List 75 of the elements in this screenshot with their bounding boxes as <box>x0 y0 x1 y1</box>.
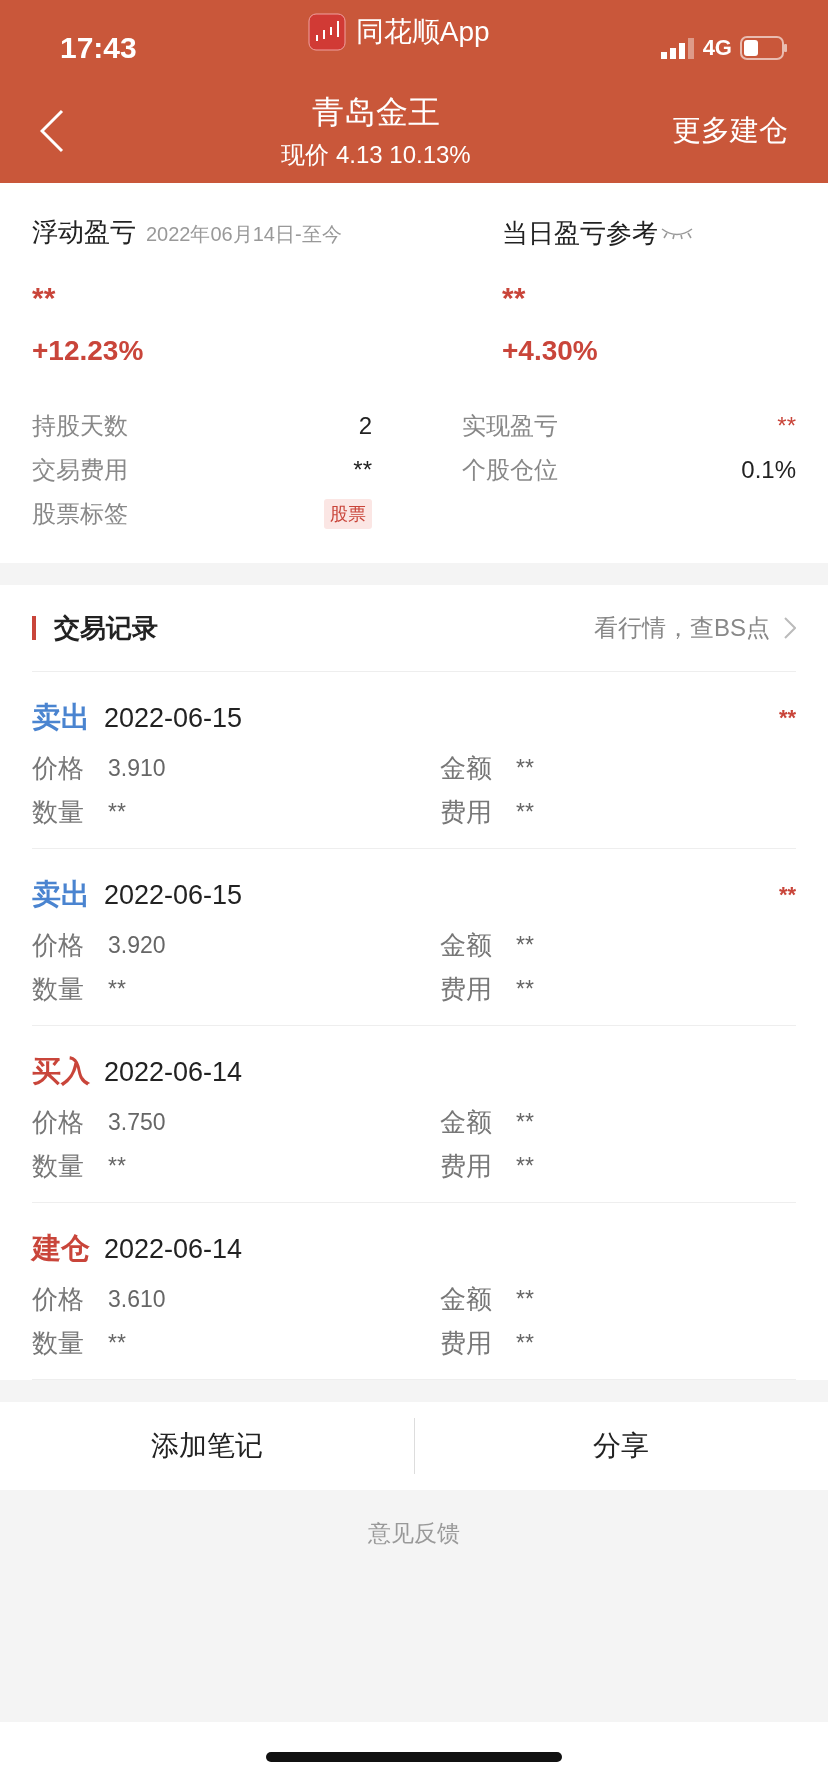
field-value: ** <box>516 798 534 826</box>
field-label: 金额 <box>440 751 492 785</box>
field-label: 数量 <box>32 1326 84 1360</box>
trade-date: 2022-06-14 <box>104 1233 243 1265</box>
floating-pl-percent: +12.23% <box>32 335 145 367</box>
field-value: ** <box>516 1108 534 1136</box>
battery-icon <box>740 36 788 60</box>
field-label: 费用 <box>440 1326 492 1360</box>
field-value: ** <box>516 975 534 1003</box>
trade-type: 卖出 <box>32 877 90 912</box>
field-label: 价格 <box>32 1282 84 1316</box>
stat-value: 2 <box>358 412 372 440</box>
chevron-right-icon <box>784 617 796 639</box>
stat-label: 股票标签 <box>32 499 128 529</box>
status-time: 17:43 <box>60 31 137 65</box>
trade-type: 买入 <box>32 1054 90 1089</box>
stat-label: 交易费用 <box>32 455 128 485</box>
signal-icon <box>660 37 695 59</box>
add-note-button[interactable]: 添加笔记 <box>0 1402 414 1490</box>
field-value: ** <box>516 931 534 959</box>
field-label: 价格 <box>32 928 84 962</box>
trade-type: 建仓 <box>32 1231 90 1266</box>
field-label: 费用 <box>440 795 492 829</box>
trade-type: 卖出 <box>32 700 90 735</box>
stat-value: ** <box>777 412 796 440</box>
field-value: 3.750 <box>108 1108 166 1136</box>
field-value: ** <box>516 1285 534 1313</box>
price-subtitle: 现价 4.13 10.13% <box>281 139 471 170</box>
field-value: 3.910 <box>108 754 166 782</box>
feedback-link[interactable]: 意见反馈 <box>368 1518 460 1549</box>
field-label: 金额 <box>440 1282 492 1316</box>
field-value: 3.610 <box>108 1285 166 1313</box>
stat-label: 持股天数 <box>32 411 128 441</box>
daily-pl-percent: +4.30% <box>502 335 599 367</box>
trade-date: 2022-06-15 <box>104 702 243 734</box>
field-label: 数量 <box>32 972 84 1006</box>
stat-label: 个股仓位 <box>462 455 558 485</box>
field-label: 金额 <box>440 928 492 962</box>
field-value: ** <box>516 754 534 782</box>
market-link[interactable]: 看行情，查BS点 <box>594 612 796 644</box>
field-value: 3.920 <box>108 931 166 959</box>
field-label: 费用 <box>440 972 492 1006</box>
field-label: 价格 <box>32 751 84 785</box>
trade-result: ** <box>778 705 796 731</box>
field-label: 费用 <box>440 1149 492 1183</box>
stat-label: 实现盈亏 <box>462 411 558 441</box>
field-label: 金额 <box>440 1105 492 1139</box>
more-position-button[interactable]: 更多建仓 <box>672 110 788 151</box>
floating-pl-label: 浮动盈亏 <box>32 216 136 249</box>
period-label: 2022年06月14日-至今 <box>146 222 342 247</box>
field-value: ** <box>108 798 126 826</box>
field-label: 数量 <box>32 1149 84 1183</box>
field-value: ** <box>108 1152 126 1180</box>
trade-date: 2022-06-15 <box>104 879 243 911</box>
share-button[interactable]: 分享 <box>414 1402 828 1490</box>
trade-result: ** <box>778 882 796 908</box>
field-label: 价格 <box>32 1105 84 1139</box>
daily-pl-label: 当日盈亏参考 <box>502 216 658 250</box>
section-title: 交易记录 <box>54 611 158 645</box>
stock-name: 青岛金王 <box>312 92 440 132</box>
trade-date: 2022-06-14 <box>104 1056 243 1088</box>
daily-pl-value: ** <box>502 281 527 316</box>
floating-pl-value: ** <box>32 281 57 316</box>
app-icon[interactable] <box>307 13 346 51</box>
back-to-app-label[interactable]: 同花顺App <box>355 13 490 51</box>
field-value: ** <box>108 1329 126 1357</box>
field-value: ** <box>108 975 126 1003</box>
stat-value: 0.1% <box>741 456 796 484</box>
stock-tag: 股票 <box>324 499 372 529</box>
network-label: 4G <box>702 35 732 61</box>
stat-value: ** <box>353 456 372 484</box>
field-label: 数量 <box>32 795 84 829</box>
field-value: ** <box>516 1152 534 1180</box>
field-value: ** <box>516 1329 534 1357</box>
closed-eye-icon[interactable] <box>660 226 694 240</box>
